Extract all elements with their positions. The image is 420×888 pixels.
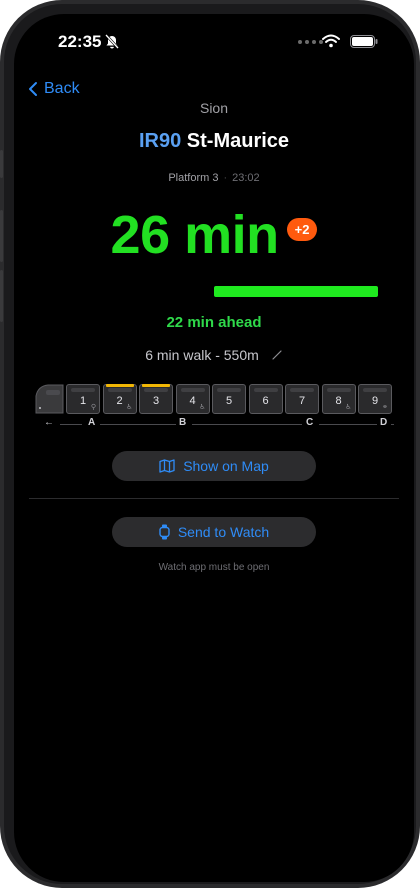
sector-label: A <box>88 417 96 428</box>
chevron-left-icon <box>29 82 37 96</box>
train-car: 9 ⚭ <box>358 384 392 414</box>
car-roof <box>326 388 351 392</box>
car-highlight <box>142 384 170 387</box>
train-car: 8 ♿ <box>321 384 356 414</box>
sector-line <box>319 424 377 425</box>
train-car: 3 <box>139 384 173 414</box>
battery-icon <box>350 35 378 48</box>
delay-badge: +2 <box>286 217 318 241</box>
send-to-watch-button[interactable]: Send to Watch <box>112 517 316 547</box>
send-to-watch-label: Send to Watch <box>177 524 270 540</box>
sector-label: D <box>380 417 388 428</box>
train-title: IR90 St-Maurice <box>14 130 414 153</box>
separator-dot: · <box>223 172 228 184</box>
train-car: 5 <box>212 384 246 414</box>
car-number: 7 <box>298 395 306 407</box>
ahead-text: 22 min ahead <box>166 314 262 331</box>
destination: St-Maurice <box>186 130 290 152</box>
back-label: Back <box>44 80 80 97</box>
show-on-map-button[interactable]: Show on Map <box>112 451 316 481</box>
sector-line <box>100 424 176 425</box>
sector-line <box>391 424 394 425</box>
wheelchair-icon: ♿ <box>199 404 206 411</box>
car-roof <box>217 388 241 392</box>
car-roof <box>107 388 132 392</box>
countdown-value: 26 min <box>110 205 280 265</box>
sector-line <box>192 424 302 425</box>
platform-label: Platform 3 <box>168 172 219 184</box>
wheelchair-icon: ♿ <box>126 404 133 411</box>
car-roof <box>253 388 278 392</box>
car-roof <box>180 388 205 392</box>
cellular-icon <box>298 40 323 44</box>
volume-down-button <box>0 270 3 322</box>
countdown: 26 min +2 <box>14 204 414 266</box>
watch-note: Watch app must be open <box>158 562 270 573</box>
car-number: 5 <box>225 395 233 407</box>
train-composition: 1 ⚲ 2 ♿ 3 4 ♿ 5 6 7 8 ♿ 9 ⚭ ← A B C D <box>34 384 394 444</box>
sector-label: C <box>306 417 314 428</box>
walk-text: 6 min walk - 550m <box>145 347 259 363</box>
family-icon: ⚭ <box>382 404 388 411</box>
wheelchair-icon: ♿ <box>345 404 352 411</box>
volume-up-button <box>0 210 3 262</box>
divider <box>29 498 399 499</box>
screen: 22:35 Back Sion IR90 St-Maurice Platform… <box>14 14 414 882</box>
side-button <box>0 150 3 178</box>
car-highlight <box>105 384 134 387</box>
car-roof <box>290 388 314 392</box>
train-car: 1 ⚲ <box>66 384 100 414</box>
locomotive-icon <box>35 384 64 414</box>
sector-label: B <box>179 417 187 428</box>
direction-arrow-icon: ← <box>44 417 54 428</box>
stroller-icon: ⚲ <box>90 404 96 411</box>
edit-slash-icon <box>272 350 282 360</box>
map-icon <box>159 459 175 473</box>
line-number: IR90 <box>138 130 182 152</box>
train-car: 2 ♿ <box>102 384 137 414</box>
sector-line <box>60 424 82 425</box>
device-bezel: 22:35 Back Sion IR90 St-Maurice Platform… <box>4 4 416 884</box>
back-button[interactable]: Back <box>28 80 80 98</box>
platform-info: Platform 3 · 23:02 <box>14 172 414 184</box>
origin-station: Sion <box>199 100 229 116</box>
train-car: 6 <box>248 384 283 414</box>
wifi-icon <box>322 34 340 48</box>
time-progress-bar <box>214 286 378 297</box>
car-roof <box>363 388 387 392</box>
status-bar: 22:35 <box>14 32 414 56</box>
bell-slash-icon <box>105 34 119 49</box>
train-car: 4 ♿ <box>175 384 210 414</box>
sector-row: ← A B C D <box>34 417 394 433</box>
device-frame: 22:35 Back Sion IR90 St-Maurice Platform… <box>0 0 420 888</box>
car-number: 6 <box>262 395 269 407</box>
show-on-map-label: Show on Map <box>183 458 269 474</box>
train-car: 7 <box>285 384 319 414</box>
car-roof <box>144 388 168 392</box>
car-roof <box>71 388 95 392</box>
departure-time: 23:02 <box>232 172 260 184</box>
car-number: 3 <box>152 395 160 407</box>
status-time: 22:35 <box>58 32 102 51</box>
watch-icon <box>159 524 170 540</box>
walk-info: 6 min walk - 550m <box>14 347 414 363</box>
